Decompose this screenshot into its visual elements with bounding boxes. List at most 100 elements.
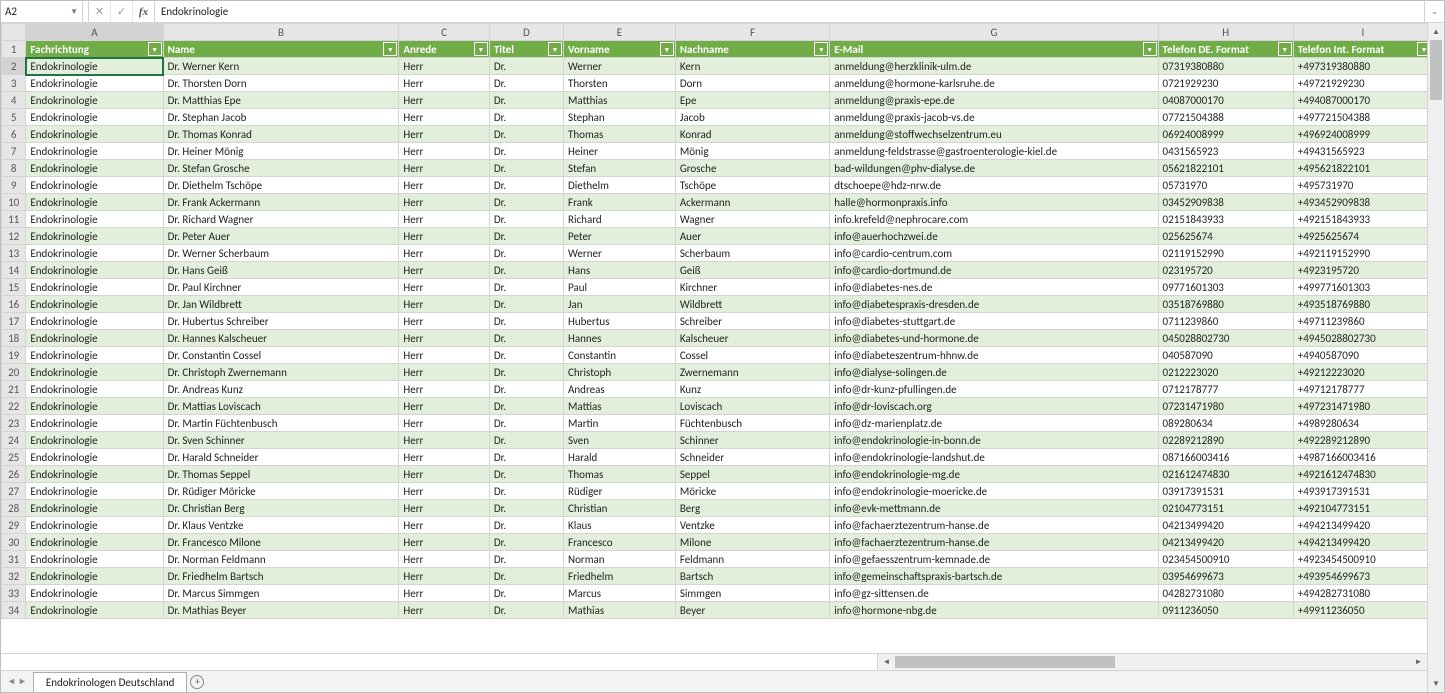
row-header[interactable]: 13	[2, 245, 26, 262]
cell[interactable]: Endokrinologie	[26, 262, 163, 279]
add-sheet-button[interactable]: +	[187, 671, 207, 692]
cell[interactable]: Paul	[564, 279, 676, 296]
cell[interactable]: +496924008999	[1293, 126, 1427, 143]
cell[interactable]: Dr.	[489, 551, 563, 568]
cell[interactable]: 07231471980	[1158, 398, 1293, 415]
scroll-down-icon[interactable]: ▼	[1428, 675, 1444, 692]
cell[interactable]: anmeldung-feldstrasse@gastroenterologie-…	[830, 143, 1158, 160]
cell[interactable]: Friedhelm	[564, 568, 676, 585]
table-header-cell[interactable]: Vorname▼	[564, 41, 676, 58]
cell[interactable]: info@diabeteszentrum-hhnw.de	[830, 347, 1158, 364]
cell[interactable]: Dr.	[489, 449, 563, 466]
cell[interactable]: Herr	[399, 245, 489, 262]
cell[interactable]: Diethelm	[564, 177, 676, 194]
cell[interactable]: info@dr-kunz-pfullingen.de	[830, 381, 1158, 398]
cell[interactable]: 09771601303	[1158, 279, 1293, 296]
cell[interactable]: Matthias	[564, 92, 676, 109]
cell[interactable]: Endokrinologie	[26, 381, 163, 398]
cell[interactable]: 03954699673	[1158, 568, 1293, 585]
column-header[interactable]: A	[26, 24, 163, 41]
cell[interactable]: Dr.	[489, 92, 563, 109]
horizontal-scrollbar[interactable]: ◄ ►	[877, 654, 1427, 670]
cell[interactable]: Hans	[564, 262, 676, 279]
cell[interactable]: info@fachaerztezentrum-hanse.de	[830, 517, 1158, 534]
cell[interactable]: info@endokrinologie-moericke.de	[830, 483, 1158, 500]
cell[interactable]: Andreas	[564, 381, 676, 398]
cell[interactable]: Endokrinologie	[26, 449, 163, 466]
cell[interactable]: Martin	[564, 415, 676, 432]
cell[interactable]: Dr.	[489, 194, 563, 211]
cell[interactable]: Endokrinologie	[26, 313, 163, 330]
cell[interactable]: 06924008999	[1158, 126, 1293, 143]
expand-formula-bar-button[interactable]: ⌄	[1424, 1, 1444, 22]
cell[interactable]: 023454500910	[1158, 551, 1293, 568]
cell[interactable]: Endokrinologie	[26, 109, 163, 126]
cell[interactable]: info@evk-mettmann.de	[830, 500, 1158, 517]
cell[interactable]: info@auerhochzwei.de	[830, 228, 1158, 245]
spreadsheet-grid[interactable]: A B C D E F G H I 1Fachrichtung▼	[1, 23, 1427, 653]
scroll-thumb[interactable]	[1430, 40, 1442, 100]
cell[interactable]: info@cardio-dortmund.de	[830, 262, 1158, 279]
row-header[interactable]: 31	[2, 551, 26, 568]
cell[interactable]: Dr. Thorsten Dorn	[163, 75, 399, 92]
cell[interactable]: Herr	[399, 92, 489, 109]
cell[interactable]: +495621822101	[1293, 160, 1427, 177]
cell[interactable]: Herr	[399, 381, 489, 398]
vertical-scrollbar[interactable]: ▲ ▼	[1427, 23, 1444, 692]
sheet-tab-active[interactable]: Endokrinologen Deutschland	[33, 672, 188, 692]
table-header-cell[interactable]: E-Mail▼	[830, 41, 1158, 58]
cell[interactable]: Herr	[399, 279, 489, 296]
cell[interactable]: Dr. Andreas Kunz	[163, 381, 399, 398]
cell[interactable]: Endokrinologie	[26, 330, 163, 347]
cell[interactable]: Dr. Peter Auer	[163, 228, 399, 245]
cell[interactable]: Dr. Heiner Mönig	[163, 143, 399, 160]
cell[interactable]: Herr	[399, 534, 489, 551]
cell[interactable]: Dr.	[489, 262, 563, 279]
cell[interactable]: 0712178777	[1158, 381, 1293, 398]
row-header[interactable]: 23	[2, 415, 26, 432]
cell[interactable]: 07721504388	[1158, 109, 1293, 126]
column-header[interactable]: G	[830, 24, 1158, 41]
cell[interactable]: Endokrinologie	[26, 245, 163, 262]
cell[interactable]: Dr.	[489, 109, 563, 126]
accept-formula-button[interactable]: ✓	[111, 1, 133, 22]
cell[interactable]: Herr	[399, 364, 489, 381]
cell[interactable]: info@dialyse-solingen.de	[830, 364, 1158, 381]
cell[interactable]: Dr. Mathias Beyer	[163, 602, 399, 619]
column-header[interactable]: H	[1158, 24, 1293, 41]
cell[interactable]: Dr.	[489, 415, 563, 432]
cell[interactable]: Dr. Frank Ackermann	[163, 194, 399, 211]
cell[interactable]: Dr.	[489, 58, 563, 75]
cell[interactable]: Kunz	[675, 381, 829, 398]
cell[interactable]: Herr	[399, 415, 489, 432]
cell[interactable]: info.krefeld@nephrocare.com	[830, 211, 1158, 228]
cell[interactable]: info@fachaerztezentrum-hanse.de	[830, 534, 1158, 551]
cell[interactable]: Herr	[399, 585, 489, 602]
cell[interactable]: Beyer	[675, 602, 829, 619]
cell[interactable]: Endokrinologie	[26, 602, 163, 619]
cell[interactable]: +494282731080	[1293, 585, 1427, 602]
cell[interactable]: info@gefaesszentrum-kemnade.de	[830, 551, 1158, 568]
cell[interactable]: 0431565923	[1158, 143, 1293, 160]
row-header[interactable]: 1	[2, 41, 26, 58]
row-header[interactable]: 20	[2, 364, 26, 381]
cell[interactable]: +4921612474830	[1293, 466, 1427, 483]
cell[interactable]: Norman	[564, 551, 676, 568]
cell[interactable]: Dr.	[489, 75, 563, 92]
row-header[interactable]: 3	[2, 75, 26, 92]
insert-function-button[interactable]: fx	[133, 1, 155, 22]
cell[interactable]: info@hormone-nbg.de	[830, 602, 1158, 619]
cell[interactable]: Dorn	[675, 75, 829, 92]
cell[interactable]: Feldmann	[675, 551, 829, 568]
cell[interactable]: Füchtenbusch	[675, 415, 829, 432]
cell[interactable]: Herr	[399, 194, 489, 211]
cell[interactable]: +494213499420	[1293, 517, 1427, 534]
cell[interactable]: Dr. Thomas Konrad	[163, 126, 399, 143]
column-header[interactable]: D	[489, 24, 563, 41]
cell[interactable]: Endokrinologie	[26, 296, 163, 313]
cell[interactable]: Zwernemann	[675, 364, 829, 381]
cell[interactable]: Dr. Marcus Simmgen	[163, 585, 399, 602]
cell[interactable]: 0911236050	[1158, 602, 1293, 619]
cell[interactable]: Constantin	[564, 347, 676, 364]
cell[interactable]: Dr.	[489, 466, 563, 483]
